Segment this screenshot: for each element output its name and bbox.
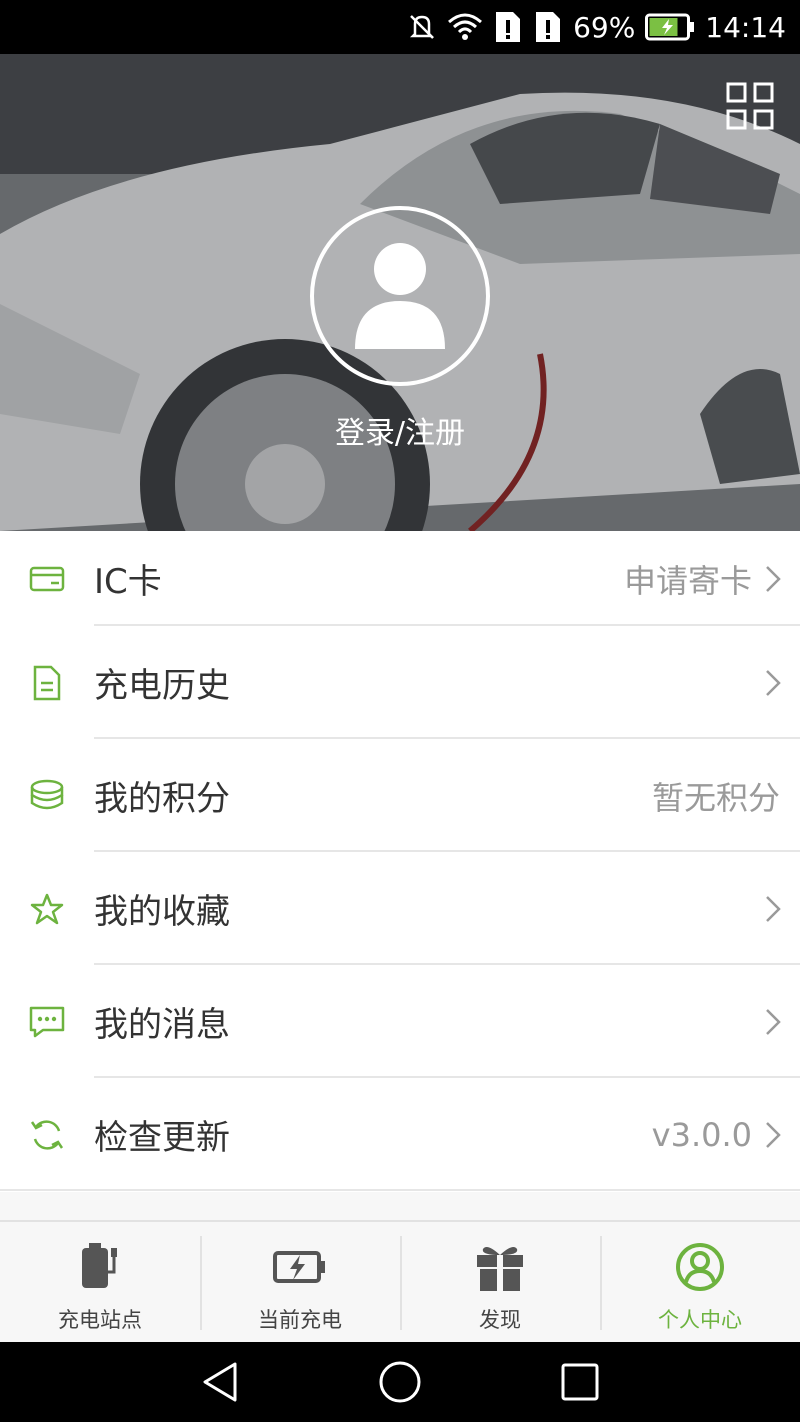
user-circle-icon <box>673 1240 727 1294</box>
status-bar: 69% 14:14 <box>0 0 800 54</box>
battery-bolt-icon <box>273 1240 327 1294</box>
menu-label-messages: 我的消息 <box>94 1005 230 1045</box>
recents-square-icon <box>561 1363 599 1401</box>
mute-icon <box>410 15 435 39</box>
chevron-right-icon <box>766 895 781 922</box>
menu-label-points: 我的积分 <box>94 779 230 819</box>
sim-alert-icon-2 <box>536 12 561 42</box>
battery-percent: 69% <box>573 10 636 44</box>
tab-current-charging[interactable]: 当前充电 <box>200 1222 400 1342</box>
menu-item-favorites[interactable]: 我的收藏 <box>0 852 800 965</box>
tab-label-charging-stations: 充电站点 <box>58 1308 142 1332</box>
chevron-right-icon <box>766 1008 781 1035</box>
chevron-right-icon <box>766 669 781 696</box>
refresh-icon <box>28 1116 66 1154</box>
sim-alert-icon <box>496 12 521 42</box>
avatar[interactable] <box>310 206 490 386</box>
card-icon <box>28 560 66 598</box>
version-value: v3.0.0 <box>651 1115 752 1154</box>
grid-menu-button[interactable] <box>726 82 774 130</box>
profile-hero: 登录/注册 <box>0 54 800 531</box>
document-icon <box>28 664 66 702</box>
tab-label-current-charging: 当前充电 <box>258 1308 342 1332</box>
gift-icon <box>473 1240 527 1294</box>
menu-item-charging-history[interactable]: 充电历史 <box>0 626 800 739</box>
profile-menu: IC卡 申请寄卡 充电历史 我的积分 暂无积分 我的收藏 我的消息 检查更新 v… <box>0 531 800 1191</box>
home-circle-icon <box>379 1361 421 1403</box>
recents-button[interactable] <box>556 1358 604 1406</box>
login-register-link[interactable]: 登录/注册 <box>0 408 800 452</box>
menu-item-ic-card[interactable]: IC卡 申请寄卡 <box>0 531 800 626</box>
back-button[interactable] <box>196 1358 244 1406</box>
battery-charging-icon <box>645 13 695 41</box>
menu-label-charging-history: 充电历史 <box>94 666 230 706</box>
menu-item-points[interactable]: 我的积分 暂无积分 <box>0 739 800 852</box>
chevron-right-icon <box>766 565 781 592</box>
tab-charging-stations[interactable]: 充电站点 <box>0 1222 200 1342</box>
apply-card-link[interactable]: 申请寄卡 <box>624 556 752 602</box>
menu-label-check-update: 检查更新 <box>94 1118 230 1158</box>
bottom-nav: 充电站点 当前充电 发现 个人中心 <box>0 1220 800 1342</box>
wifi-icon <box>448 13 483 40</box>
charging-station-icon <box>73 1240 127 1294</box>
tab-label-profile: 个人中心 <box>658 1308 742 1332</box>
grid-icon <box>726 82 774 130</box>
menu-item-check-update[interactable]: 检查更新 v3.0.0 <box>0 1078 800 1191</box>
menu-label-ic-card: IC卡 <box>94 562 162 602</box>
tab-profile[interactable]: 个人中心 <box>600 1222 800 1342</box>
back-triangle-icon <box>203 1362 237 1402</box>
system-nav-bar <box>0 1342 800 1422</box>
message-icon <box>28 1003 66 1041</box>
tab-label-discover: 发现 <box>479 1308 521 1332</box>
menu-item-messages[interactable]: 我的消息 <box>0 965 800 1078</box>
tab-discover[interactable]: 发现 <box>400 1222 600 1342</box>
points-value: 暂无积分 <box>651 778 780 817</box>
clock: 14:14 <box>705 10 786 44</box>
menu-footer-spacer <box>0 1192 800 1220</box>
chevron-right-icon <box>766 1121 781 1148</box>
star-icon <box>28 890 66 928</box>
coins-icon <box>28 777 66 815</box>
home-button[interactable] <box>376 1358 424 1406</box>
user-icon <box>355 243 445 349</box>
menu-label-favorites: 我的收藏 <box>94 892 230 932</box>
